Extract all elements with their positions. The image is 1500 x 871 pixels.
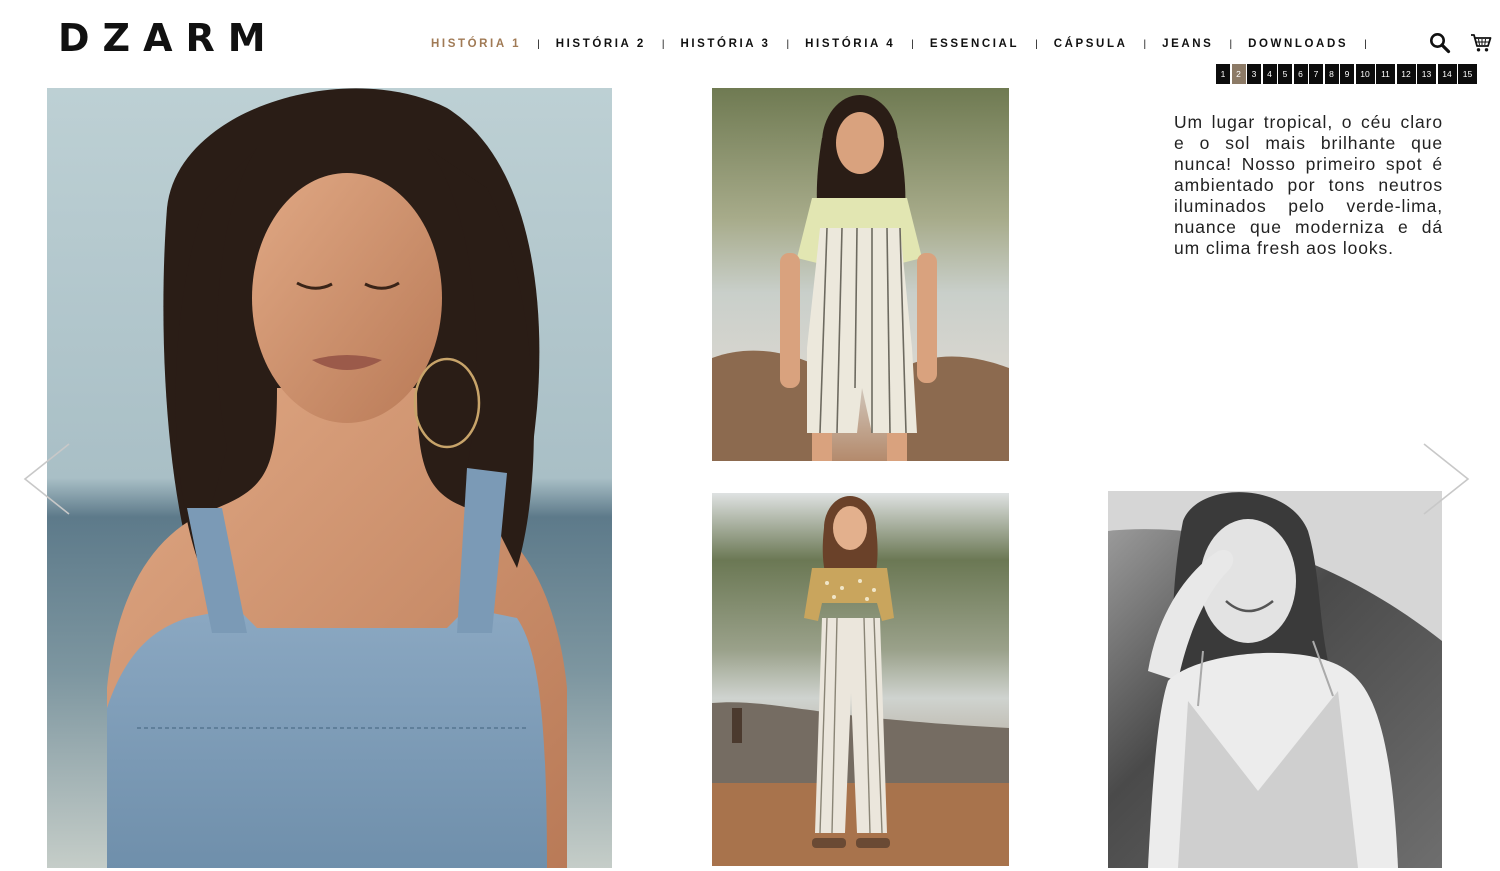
page-number-12[interactable]: 12	[1396, 64, 1416, 84]
page-number-10[interactable]: 10	[1355, 64, 1375, 84]
nav-separator: |	[1143, 38, 1147, 50]
nav-essencial[interactable]: ESSENCIAL	[930, 38, 1019, 50]
nav-downloads[interactable]: DOWNLOADS	[1248, 38, 1348, 50]
page-number-11[interactable]: 11	[1376, 64, 1395, 84]
page-number-1[interactable]: 1	[1216, 64, 1230, 84]
page-number-2[interactable]: 2	[1231, 64, 1246, 84]
nav-capsula[interactable]: CÁPSULA	[1054, 38, 1128, 50]
nav-historia-3[interactable]: HISTÓRIA 3	[680, 38, 770, 50]
nav-separator: |	[1035, 38, 1038, 50]
page-number-4[interactable]: 4	[1262, 64, 1277, 84]
search-icon[interactable]	[1429, 32, 1451, 54]
page-number-3[interactable]: 3	[1247, 64, 1261, 84]
page-number-5[interactable]: 5	[1278, 64, 1292, 84]
cart-icon[interactable]	[1470, 33, 1492, 55]
nav-separator: |	[911, 38, 914, 50]
nav-historia-4[interactable]: HISTÓRIA 4	[805, 38, 895, 50]
page-number-15[interactable]: 15	[1458, 64, 1477, 84]
page-number-7[interactable]: 7	[1309, 64, 1323, 84]
pagination: 1 2 3 4 5 6 7 8 9 10 11 12 13 14 15	[1216, 64, 1477, 84]
photo-model-bw-smiling[interactable]	[1108, 491, 1442, 868]
photo-model-striped-pants[interactable]	[712, 493, 1009, 866]
page-number-8[interactable]: 8	[1324, 64, 1339, 84]
chevron-right-icon[interactable]	[1421, 442, 1471, 516]
collection-intro-text: Um lugar tropical, o céu claro e o sol m…	[1174, 112, 1443, 258]
photo-model-striped-overalls[interactable]	[712, 88, 1009, 461]
nav-separator: |	[1229, 38, 1233, 50]
nav-separator: |	[1364, 38, 1367, 50]
nav-historia-2[interactable]: HISTÓRIA 2	[556, 38, 646, 50]
brand-logo[interactable]: DZARM	[58, 18, 279, 58]
chevron-left-icon[interactable]	[22, 442, 72, 516]
page-number-9[interactable]: 9	[1340, 64, 1354, 84]
nav-separator: |	[786, 38, 790, 50]
nav-separator: |	[661, 38, 665, 50]
photo-model-denim-closeup[interactable]	[47, 88, 612, 868]
page-number-13[interactable]: 13	[1417, 64, 1436, 84]
nav-separator: |	[537, 38, 540, 50]
nav-historia-1[interactable]: HISTÓRIA 1	[431, 38, 521, 50]
nav-jeans[interactable]: JEANS	[1162, 38, 1213, 50]
page-number-6[interactable]: 6	[1293, 64, 1308, 84]
page-number-14[interactable]: 14	[1437, 64, 1457, 84]
main-nav: HISTÓRIA 1 | HISTÓRIA 2 | HISTÓRIA 3 | H…	[424, 36, 1383, 52]
